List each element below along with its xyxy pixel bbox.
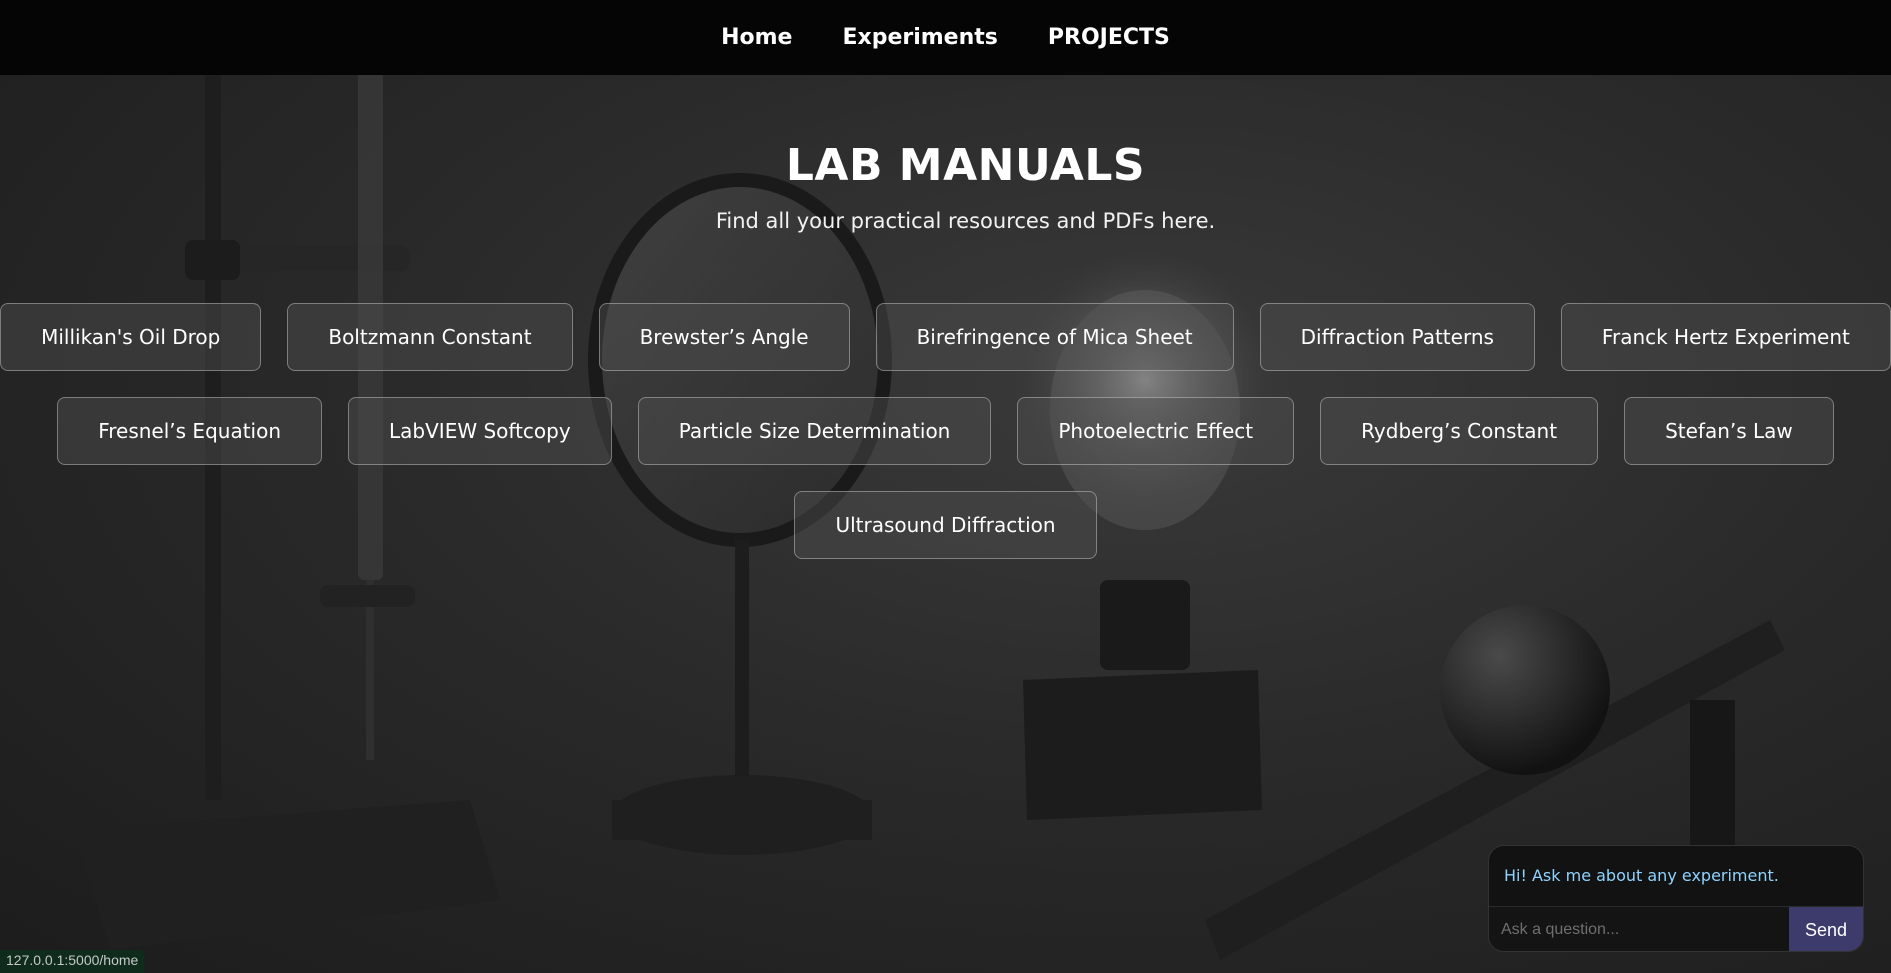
manual-boltzmann-constant-button[interactable]: Boltzmann Constant bbox=[287, 303, 573, 371]
manual-ultrasound-diffraction-button[interactable]: Ultrasound Diffraction bbox=[794, 491, 1097, 559]
hero-section: LAB MANUALS Find all your practical reso… bbox=[0, 140, 1891, 233]
manual-stefans-law-button[interactable]: Stefan’s Law bbox=[1624, 397, 1834, 465]
manual-buttons: Millikan's Oil Drop Boltzmann Constant B… bbox=[0, 303, 1891, 585]
chat-greeting-message: Hi! Ask me about any experiment. bbox=[1489, 846, 1863, 907]
status-bar-url: 127.0.0.1:5000/home bbox=[0, 950, 145, 973]
nav-home-link[interactable]: Home bbox=[721, 25, 792, 50]
manual-labview-softcopy-button[interactable]: LabVIEW Softcopy bbox=[348, 397, 612, 465]
manual-fresnels-equation-button[interactable]: Fresnel’s Equation bbox=[57, 397, 323, 465]
manual-row-1: Millikan's Oil Drop Boltzmann Constant B… bbox=[0, 303, 1891, 371]
manual-millikans-oil-drop-button[interactable]: Millikan's Oil Drop bbox=[0, 303, 262, 371]
top-nav: Home Experiments PROJECTS bbox=[0, 0, 1891, 75]
page-title: LAB MANUALS bbox=[785, 140, 1146, 191]
manual-franck-hertz-button[interactable]: Franck Hertz Experiment bbox=[1560, 303, 1891, 371]
manual-row-2: Fresnel’s Equation LabVIEW Softcopy Part… bbox=[0, 397, 1891, 465]
manual-row-3: Ultrasound Diffraction bbox=[0, 491, 1891, 559]
manual-birefringence-button[interactable]: Birefringence of Mica Sheet bbox=[875, 303, 1234, 371]
chat-input-bar: Send bbox=[1489, 907, 1863, 951]
manual-rydbergs-constant-button[interactable]: Rydberg’s Constant bbox=[1320, 397, 1599, 465]
nav-experiments-link[interactable]: Experiments bbox=[842, 25, 997, 50]
chat-widget: Hi! Ask me about any experiment. Send bbox=[1488, 845, 1864, 952]
nav-projects-link[interactable]: PROJECTS bbox=[1048, 25, 1170, 50]
page-subtitle: Find all your practical resources and PD… bbox=[715, 209, 1216, 233]
manual-brewsters-angle-button[interactable]: Brewster’s Angle bbox=[598, 303, 850, 371]
chat-question-input[interactable] bbox=[1489, 907, 1789, 951]
manual-photoelectric-effect-button[interactable]: Photoelectric Effect bbox=[1017, 397, 1295, 465]
manual-particle-size-button[interactable]: Particle Size Determination bbox=[637, 397, 992, 465]
chat-send-button[interactable]: Send bbox=[1789, 907, 1863, 951]
manual-diffraction-patterns-button[interactable]: Diffraction Patterns bbox=[1259, 303, 1535, 371]
